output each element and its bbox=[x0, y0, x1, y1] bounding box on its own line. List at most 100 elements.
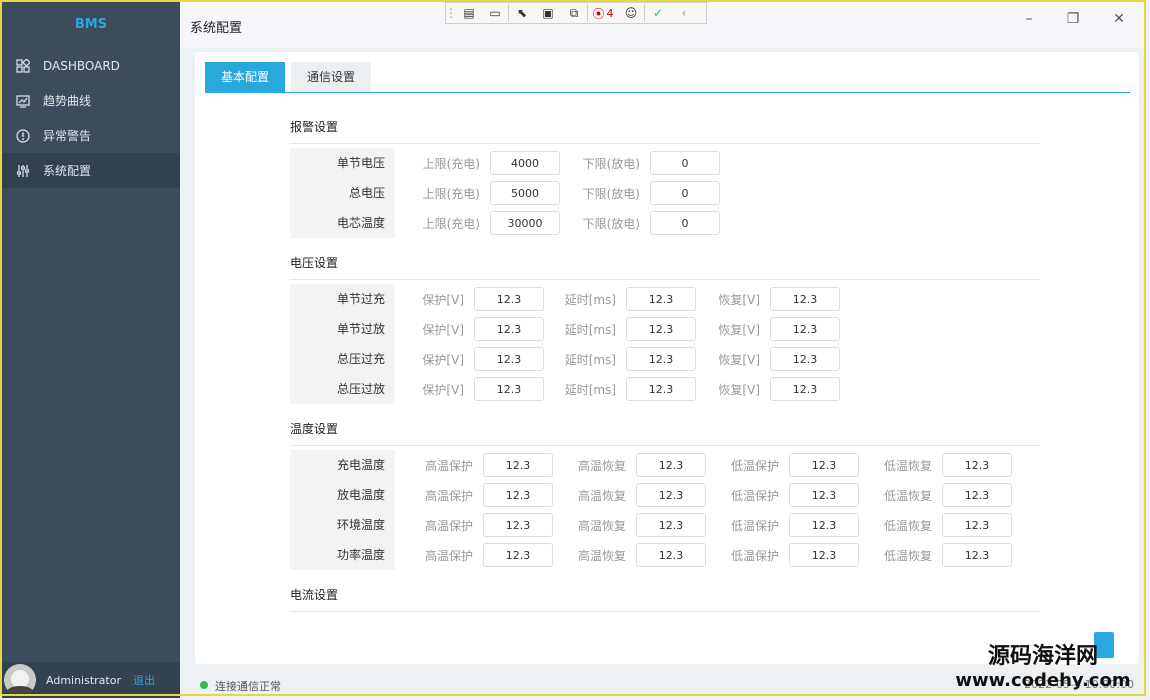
row-label: 总电压 bbox=[290, 178, 395, 208]
divider bbox=[290, 143, 1040, 144]
delay-input[interactable] bbox=[626, 317, 696, 341]
upper-limit-input[interactable] bbox=[490, 211, 560, 235]
video-icon[interactable]: ▭ bbox=[482, 4, 508, 22]
protect-input[interactable] bbox=[474, 377, 544, 401]
high-temp-protect-input[interactable] bbox=[483, 483, 553, 507]
grid-icon bbox=[14, 57, 32, 75]
tab-communication[interactable]: 通信设置 bbox=[291, 62, 372, 92]
high-temp-protect-input[interactable] bbox=[483, 543, 553, 567]
protect-input[interactable] bbox=[474, 287, 544, 311]
logout-link[interactable]: 退出 bbox=[133, 672, 155, 688]
config-card: 基本配置 通信设置 报警设置 单节电压上限(充电)下限(放电)总电压上限(充电)… bbox=[195, 52, 1139, 664]
low-temp-recover-input[interactable] bbox=[942, 513, 1012, 537]
high-temp-recover-input[interactable] bbox=[636, 513, 706, 537]
low-temp-recover-input[interactable] bbox=[942, 483, 1012, 507]
sidebar-item-alerts[interactable]: 异常警告 bbox=[2, 118, 180, 153]
protect-label: 保护[V] bbox=[422, 322, 464, 337]
row-label: 电芯温度 bbox=[290, 208, 395, 238]
tab-underline bbox=[205, 92, 1130, 93]
close-button[interactable]: ✕ bbox=[1108, 10, 1130, 28]
binding-error-count: 4 bbox=[606, 6, 614, 20]
sidebar-item-dashboard[interactable]: DASHBOARD bbox=[2, 48, 180, 83]
alarm-row: 总电压 上限(充电) 下限(放电) bbox=[290, 178, 720, 208]
sidebar-item-trend[interactable]: 趋势曲线 bbox=[2, 83, 180, 118]
delay-input[interactable] bbox=[626, 347, 696, 371]
upper-limit-label: 上限(充电) bbox=[422, 186, 480, 201]
divider bbox=[290, 611, 1040, 612]
minimize-button[interactable]: – bbox=[1018, 10, 1040, 28]
low-temp-recover-input[interactable] bbox=[942, 543, 1012, 567]
protect-input[interactable] bbox=[474, 317, 544, 341]
voltage-row: 总压过放 保护[V] 延时[ms] 恢复[V] bbox=[290, 374, 840, 404]
delay-input[interactable] bbox=[626, 287, 696, 311]
low-temp-protect-input[interactable] bbox=[789, 483, 859, 507]
check-icon[interactable]: ✓ bbox=[644, 4, 671, 22]
restore-button[interactable]: ❐ bbox=[1062, 10, 1084, 28]
select-element-icon[interactable]: ⬉ bbox=[508, 4, 535, 22]
high-temp-recover-input[interactable] bbox=[636, 543, 706, 567]
sidebar-item-system-config[interactable]: 系统配置 bbox=[2, 153, 180, 188]
high-temp-protect-label: 高温保护 bbox=[424, 488, 473, 503]
high-temp-protect-label: 高温保护 bbox=[424, 548, 473, 563]
lower-limit-input[interactable] bbox=[650, 181, 720, 205]
recover-label: 恢复[V] bbox=[718, 352, 760, 367]
collapse-icon[interactable]: ‹ bbox=[671, 4, 697, 22]
divider bbox=[290, 279, 1040, 280]
high-temp-recover-input[interactable] bbox=[636, 453, 706, 477]
user-bar: Administrator 退出 bbox=[2, 662, 180, 698]
low-temp-protect-input[interactable] bbox=[789, 543, 859, 567]
watermark-url: www.codehy.com bbox=[955, 670, 1131, 691]
voltage-row: 单节过充 保护[V] 延时[ms] 恢复[V] bbox=[290, 284, 840, 314]
row-label: 环境温度 bbox=[290, 510, 395, 540]
row-label: 功率温度 bbox=[290, 540, 395, 570]
avatar[interactable] bbox=[4, 664, 36, 696]
high-temp-protect-input[interactable] bbox=[483, 513, 553, 537]
row-label: 放电温度 bbox=[290, 480, 395, 510]
low-temp-protect-input[interactable] bbox=[789, 453, 859, 477]
high-temp-recover-label: 高温恢复 bbox=[577, 518, 626, 533]
high-temp-recover-label: 高温恢复 bbox=[577, 488, 626, 503]
track-focus-icon[interactable]: ⧉ bbox=[561, 4, 587, 22]
sidebar-item-label: 系统配置 bbox=[43, 164, 92, 178]
recover-input[interactable] bbox=[770, 287, 840, 311]
low-temp-protect-label: 低温保护 bbox=[730, 548, 779, 563]
temperature-row: 环境温度 高温保护 高温恢复 低温保护 低温恢复 bbox=[290, 510, 1012, 540]
low-temp-recover-input[interactable] bbox=[942, 453, 1012, 477]
upper-limit-input[interactable] bbox=[490, 181, 560, 205]
sliders-icon bbox=[14, 162, 32, 180]
recover-input[interactable] bbox=[770, 377, 840, 401]
voltage-row: 总压过充 保护[V] 延时[ms] 恢复[V] bbox=[290, 344, 840, 374]
low-temp-protect-input[interactable] bbox=[789, 513, 859, 537]
delay-input[interactable] bbox=[626, 377, 696, 401]
row-label: 单节过充 bbox=[290, 284, 395, 314]
recover-input[interactable] bbox=[770, 317, 840, 341]
user-name: Administrator bbox=[46, 673, 121, 687]
tab-basic-config[interactable]: 基本配置 bbox=[205, 62, 286, 92]
recover-label: 恢复[V] bbox=[718, 292, 760, 307]
high-temp-recover-input[interactable] bbox=[636, 483, 706, 507]
divider bbox=[290, 445, 1040, 446]
lower-limit-input[interactable] bbox=[650, 151, 720, 175]
voltage-row: 单节过放 保护[V] 延时[ms] 恢复[V] bbox=[290, 314, 840, 344]
recover-label: 恢复[V] bbox=[718, 382, 760, 397]
temperature-section-title: 温度设置 bbox=[290, 422, 339, 436]
sidebar: BMS DASHBOARD 趋势曲线 异常警告 系统配置 Administrat… bbox=[2, 2, 180, 698]
lower-limit-label: 下限(放电) bbox=[582, 186, 640, 201]
connection-status-text: 连接通信正常 bbox=[215, 680, 281, 693]
display-layout-icon[interactable]: ▣ bbox=[535, 4, 561, 22]
high-temp-protect-input[interactable] bbox=[483, 453, 553, 477]
voltage-section-title: 电压设置 bbox=[290, 256, 339, 270]
sidebar-item-label: 异常警告 bbox=[43, 129, 92, 143]
protect-input[interactable] bbox=[474, 347, 544, 371]
alarm-row: 单节电压 上限(充电) 下限(放电) bbox=[290, 148, 720, 178]
debug-toolbar: ⋮ ▤ ▭ ⬉ ▣ ⧉ ⦿ 4 ☺ ✓ ‹ bbox=[445, 2, 707, 24]
lower-limit-input[interactable] bbox=[650, 211, 720, 235]
recover-input[interactable] bbox=[770, 347, 840, 371]
low-temp-protect-label: 低温保护 bbox=[730, 488, 779, 503]
upper-limit-input[interactable] bbox=[490, 151, 560, 175]
accessibility-icon[interactable]: ☺ bbox=[618, 4, 644, 22]
title-bar: 系统配置 ⋮ ▤ ▭ ⬉ ▣ ⧉ ⦿ 4 ☺ ✓ ‹ – ❐ ✕ bbox=[180, 2, 1144, 48]
live-tree-icon[interactable]: ▤ bbox=[456, 4, 482, 22]
delay-label: 延时[ms] bbox=[564, 322, 616, 337]
binding-errors-icon[interactable]: ⦿ 4 bbox=[587, 4, 618, 22]
